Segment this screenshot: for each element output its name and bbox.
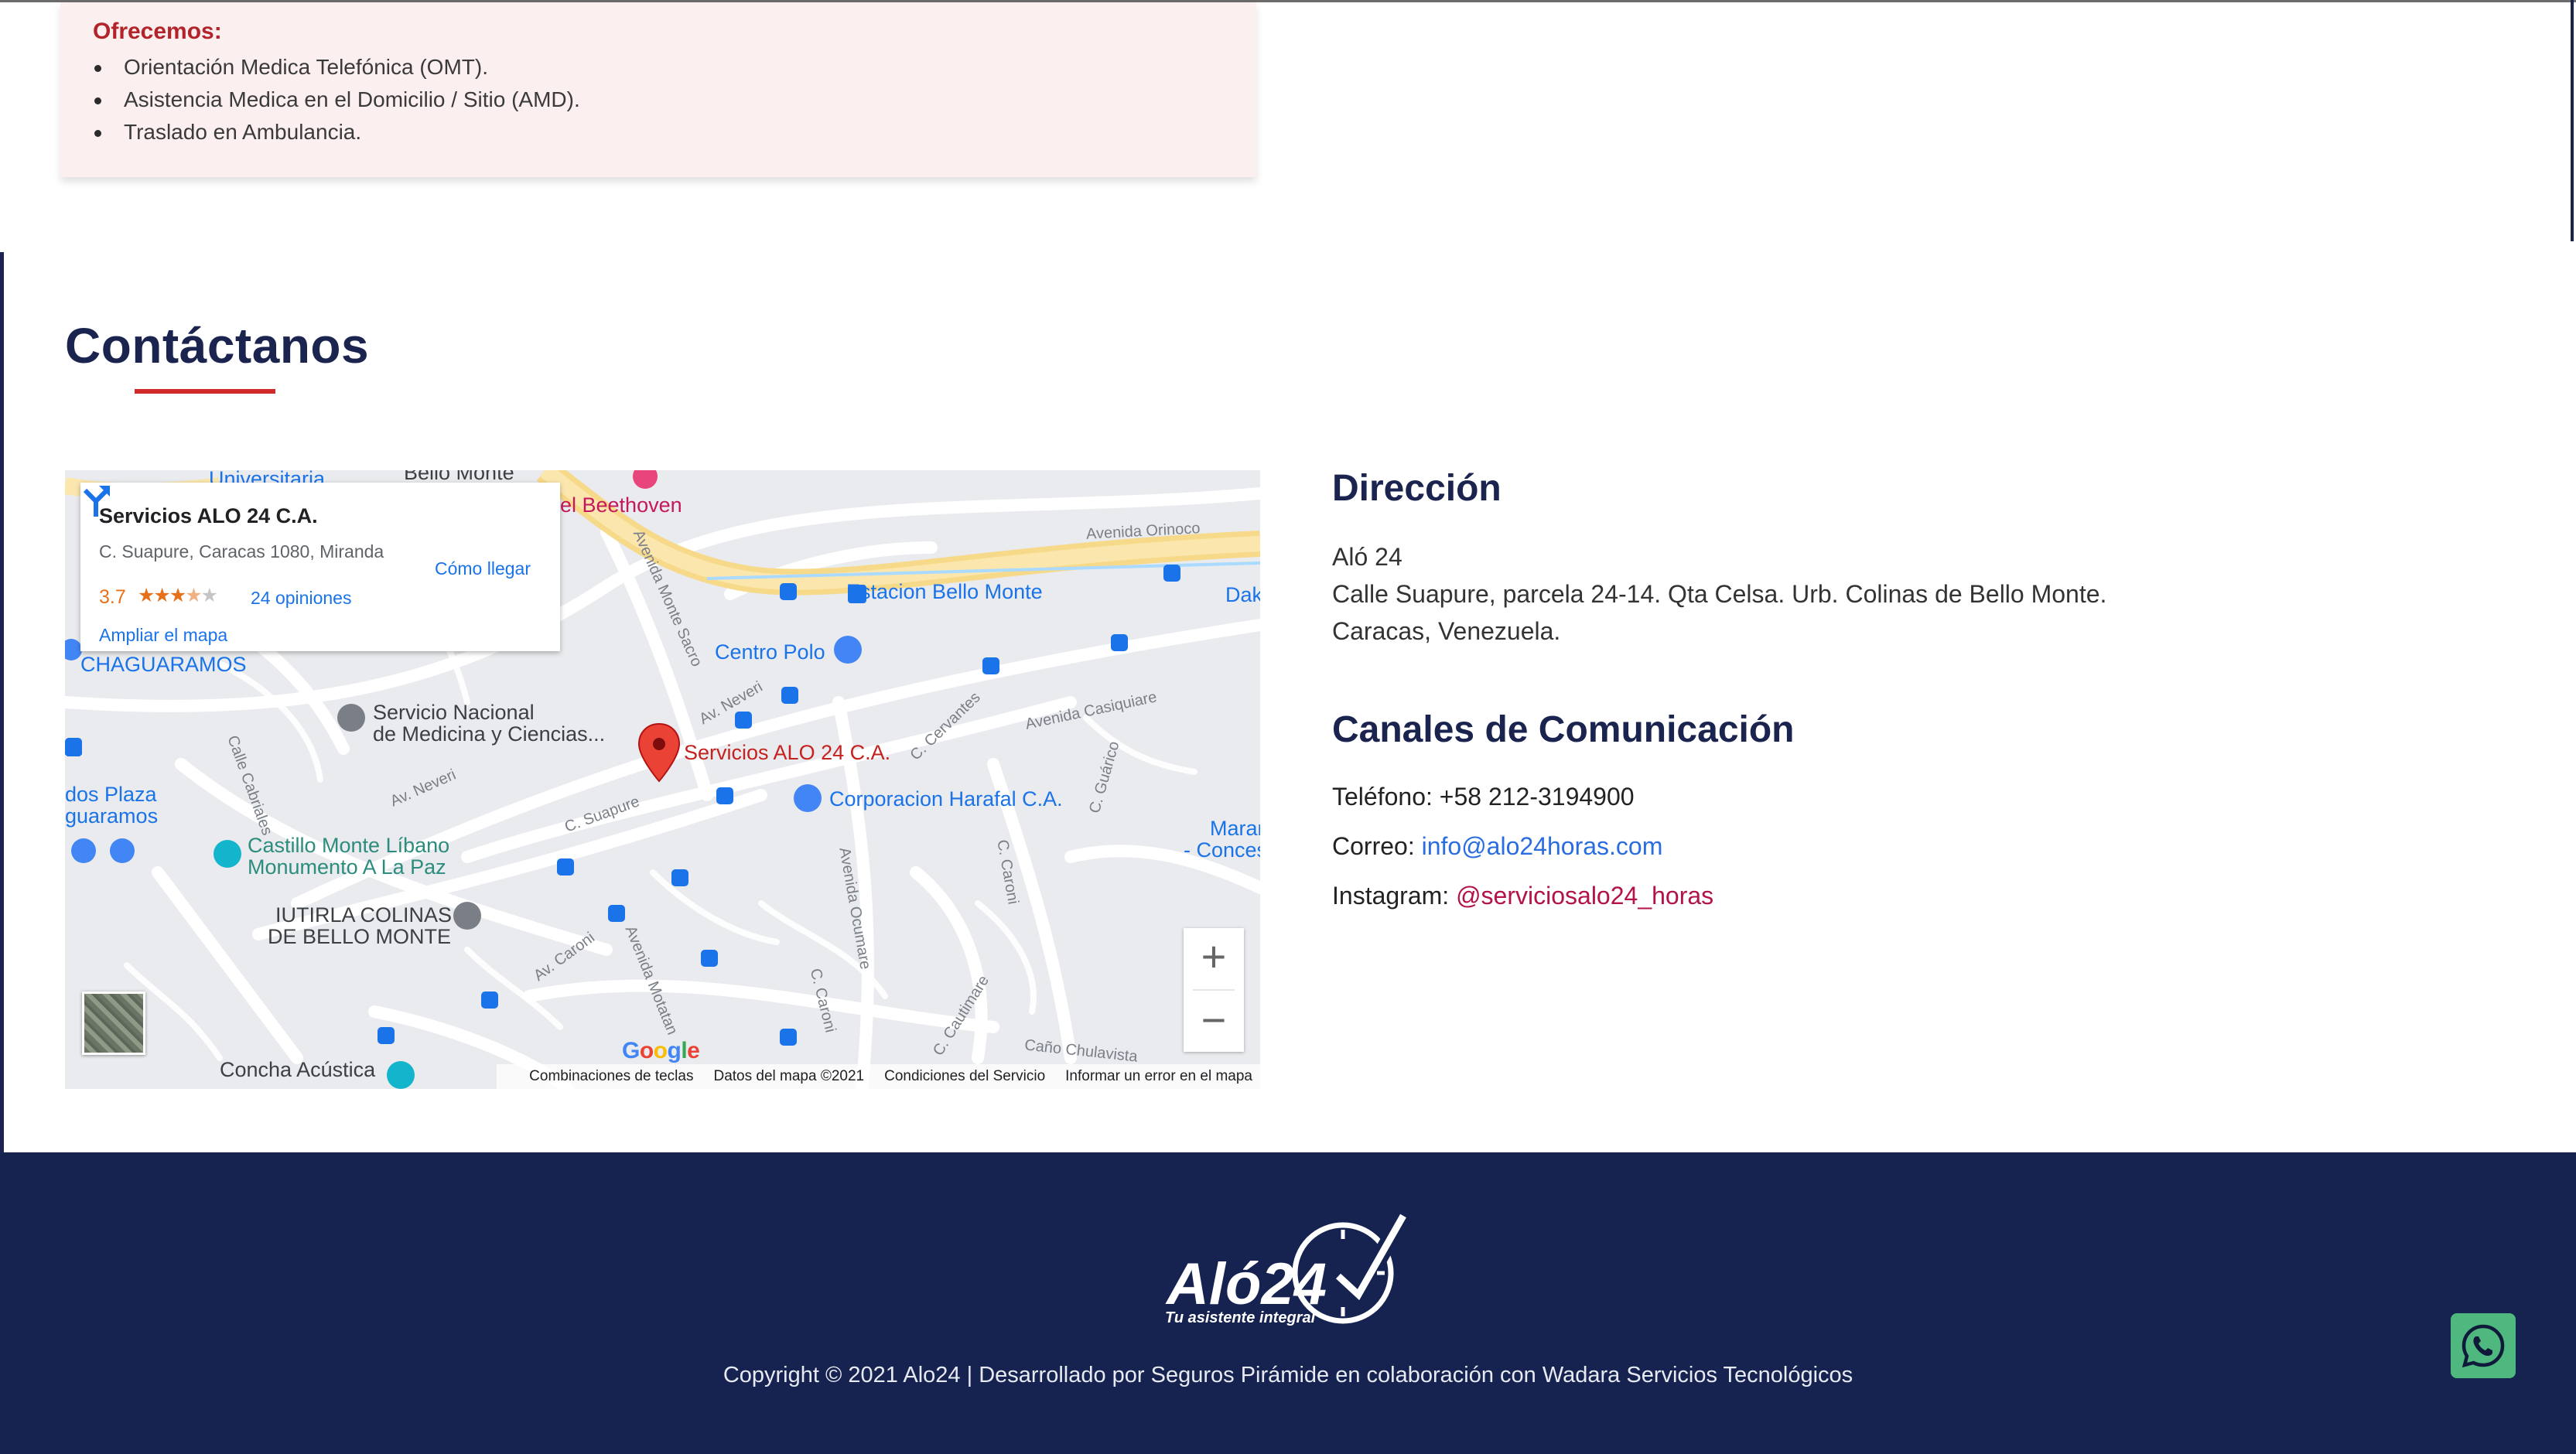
map-label: IUTIRLA COLINAS [275, 903, 453, 927]
logo-text: Aló24 [1165, 1251, 1327, 1317]
map-label: Corporacion Harafal C.A. [829, 787, 1063, 811]
reviews-link[interactable]: 24 opiniones [251, 588, 351, 609]
whatsapp-icon [2462, 1324, 2505, 1368]
place-rating: 3.7 [99, 586, 126, 608]
place-name: Servicios ALO 24 C.A. [99, 504, 318, 527]
map-label: Castillo Monte Líbano [248, 834, 450, 857]
map-label: Estacion Bello Monte [846, 580, 1043, 603]
terms-link[interactable]: Condiciones del Servicio [884, 1068, 1045, 1085]
address-line: Calle Suapure, parcela 24-14. Qta Celsa.… [1332, 580, 2107, 608]
map-label: DE BELLO MONTE [268, 925, 452, 948]
map-label: - Conces [1184, 838, 1260, 862]
map-footer: Combinaciones de teclas Datos del mapa ©… [497, 1064, 1260, 1089]
map-label: CHAGUARAMOS [80, 653, 247, 676]
offer-item: Asistencia Medica en el Domicilio / Siti… [91, 84, 580, 116]
alo24-logo[interactable]: Aló24 Tu asistente integral [1160, 1211, 1416, 1335]
map-label: dos Plaza [65, 783, 157, 806]
whatsapp-button[interactable] [2451, 1313, 2516, 1378]
address-block: Aló 24 Calle Suapure, parcela 24-14. Qta… [1332, 538, 2106, 650]
directions-link[interactable]: Cómo llegar [435, 558, 531, 579]
offer-title: Ofrecemos: [93, 19, 222, 44]
map-label: Monumento A La Paz [248, 855, 446, 879]
section-left-border [0, 252, 4, 1152]
instagram-row: Instagram: @serviciosalo24_horas [1332, 882, 1713, 910]
rating-stars-icon: ★★★★★ [138, 585, 218, 606]
offer-item: Orientación Medica Telefónica (OMT). [91, 51, 580, 84]
map-label: Maran [1210, 817, 1260, 840]
email-label: Correo: [1332, 832, 1422, 860]
google-logo: Google [622, 1038, 700, 1063]
map-data-label: Datos del mapa ©2021 [713, 1068, 865, 1084]
logo-tagline: Tu asistente integral [1165, 1309, 1316, 1326]
map-label: el Beethoven [560, 493, 682, 517]
phone-label: Teléfono: [1332, 783, 1440, 811]
map-pin-icon[interactable] [637, 722, 681, 784]
enlarge-map-link[interactable]: Ampliar el mapa [99, 625, 227, 646]
map-label: Centro Polo [715, 640, 825, 664]
phone-row: Teléfono: +58 212-3194900 [1332, 783, 1635, 811]
instagram-link[interactable]: @serviciosalo24_horas [1456, 882, 1713, 910]
map-info-card: Servicios ALO 24 C.A. C. Suapure, Caraca… [80, 483, 560, 651]
zoom-controls: + − [1184, 928, 1244, 1052]
satellite-toggle[interactable] [82, 992, 145, 1055]
directions-icon[interactable] [80, 483, 111, 517]
phone-number: +58 212-3194900 [1439, 783, 1635, 811]
email-row: Correo: info@alo24horas.com [1332, 832, 1662, 861]
offer-list: Orientación Medica Telefónica (OMT). Asi… [91, 51, 580, 148]
offer-item: Traslado en Ambulancia. [91, 116, 580, 148]
right-edge-bar [2571, 0, 2574, 241]
footer-copyright: Copyright © 2021 Alo24 | Desarrollado po… [723, 1363, 1853, 1387]
keyboard-shortcuts-link[interactable]: Combinaciones de teclas [529, 1068, 693, 1085]
map-label: Dak [1225, 583, 1260, 606]
address-line: Caracas, Venezuela. [1332, 617, 1561, 645]
map-label: de Medicina y Ciencias... [373, 722, 606, 746]
contact-heading: Contáctanos [65, 318, 370, 374]
instagram-label: Instagram: [1332, 882, 1457, 910]
map-label: Concha Acústica [220, 1058, 376, 1081]
map-pin-label: Servicios ALO 24 C.A. [684, 741, 891, 764]
place-address: C. Suapure, Caracas 1080, Miranda [99, 541, 384, 561]
zoom-in-button[interactable]: + [1184, 928, 1244, 988]
map-label: Servicio Nacional [373, 701, 535, 724]
google-map[interactable]: Universitaria Bello Monte el Beethoven A… [65, 470, 1260, 1089]
map-label: guaramos [65, 804, 159, 828]
zoom-out-button[interactable]: − [1184, 992, 1244, 1052]
zoom-divider [1193, 989, 1235, 991]
report-error-link[interactable]: Informar un error en el mapa [1065, 1068, 1252, 1085]
email-link[interactable]: info@alo24horas.com [1422, 832, 1663, 860]
address-line: Aló 24 [1332, 543, 1402, 571]
address-heading: Dirección [1332, 468, 1502, 509]
channels-heading: Canales de Comunicación [1332, 709, 1795, 750]
heading-underline [135, 389, 275, 394]
